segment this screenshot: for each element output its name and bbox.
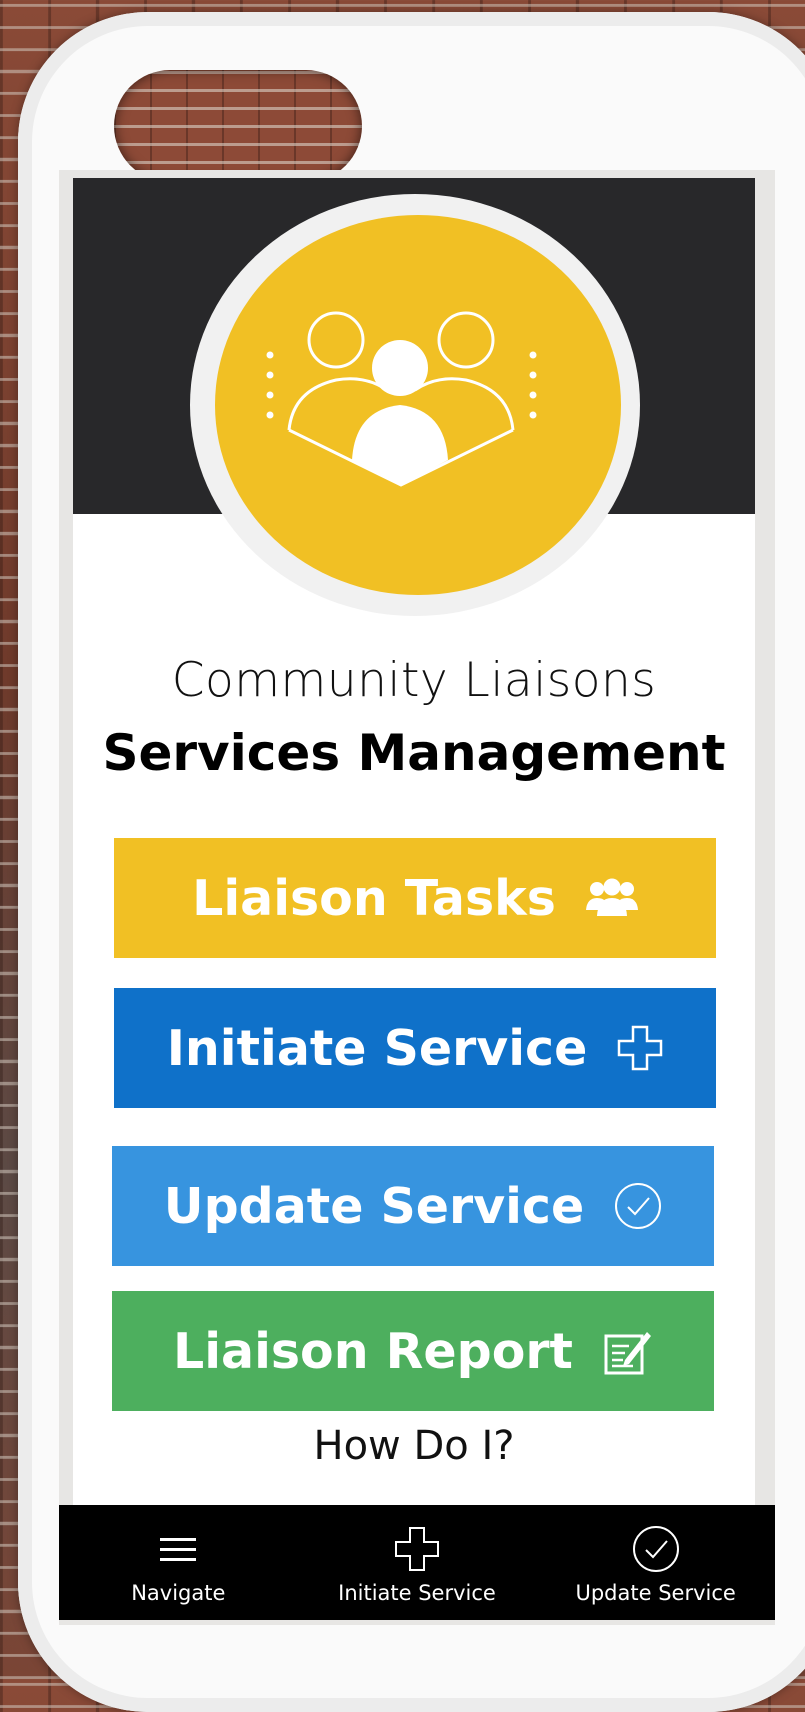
liaison-tasks-label: Liaison Tasks	[192, 869, 556, 927]
app-subtitle: Services Management	[102, 724, 726, 782]
how-do-i-link[interactable]: How Do I?	[73, 1423, 755, 1469]
tab-navigate[interactable]: Navigate	[68, 1505, 288, 1605]
update-service-label: Update Service	[163, 1177, 585, 1235]
people-group-icon	[266, 311, 537, 487]
initiate-service-label: Initiate Service	[166, 1019, 588, 1077]
app-content: Community Liaisons Services Management L…	[73, 178, 755, 1608]
menu-icon	[158, 1523, 198, 1575]
phone-speaker	[114, 70, 362, 182]
tab-update-service[interactable]: Update Service	[546, 1505, 766, 1605]
edit-report-icon	[603, 1326, 653, 1376]
liaison-report-label: Liaison Report	[173, 1322, 573, 1380]
tab-navigate-label: Navigate	[131, 1581, 226, 1605]
plus-icon	[394, 1523, 440, 1575]
bottom-tab-bar: Navigate Initiate Service Update Service	[59, 1505, 775, 1620]
app-screen: Community Liaisons Services Management L…	[59, 170, 775, 1625]
initiate-service-button[interactable]: Initiate Service	[114, 988, 716, 1108]
check-circle-icon	[632, 1523, 680, 1575]
tab-update-service-label: Update Service	[575, 1581, 736, 1605]
plus-icon	[617, 1025, 663, 1071]
liaison-report-button[interactable]: Liaison Report	[112, 1291, 714, 1411]
tab-initiate-service-label: Initiate Service	[338, 1581, 496, 1605]
update-service-button[interactable]: Update Service	[112, 1146, 714, 1266]
tab-initiate-service[interactable]: Initiate Service	[307, 1505, 527, 1605]
app-title: Community Liaisons	[171, 653, 657, 708]
users-icon	[585, 878, 638, 918]
liaison-tasks-button[interactable]: Liaison Tasks	[114, 838, 716, 958]
check-circle-icon	[614, 1182, 662, 1230]
